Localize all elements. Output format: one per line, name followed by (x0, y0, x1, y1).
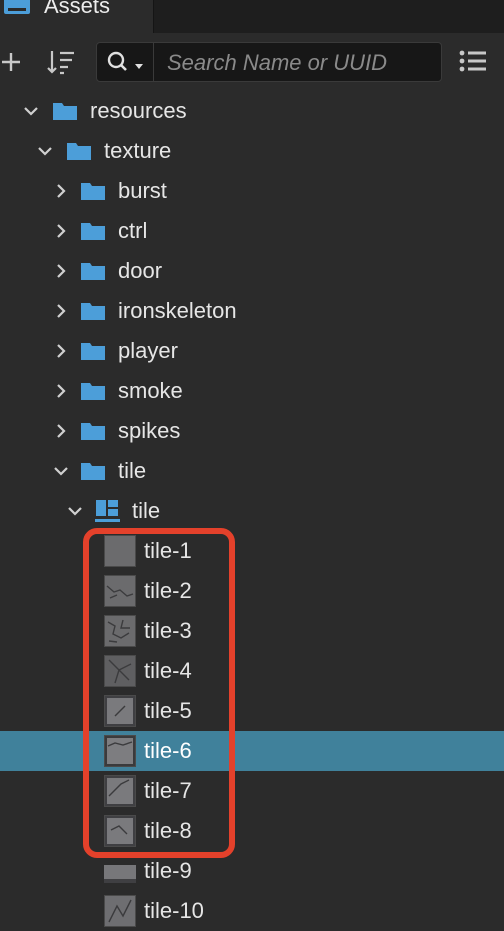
sprite-thumbnail (104, 775, 136, 807)
chevron-right-icon[interactable] (52, 262, 70, 280)
search-type-dropdown[interactable] (97, 43, 154, 81)
tree-item-label: burst (118, 178, 167, 203)
folder-icon (80, 341, 106, 361)
tree-item-smoke[interactable]: smoke (0, 371, 504, 411)
tab-label: Assets (44, 0, 111, 18)
folder-icon (80, 261, 106, 281)
chevron-down-icon (134, 58, 144, 76)
chevron-right-icon[interactable] (52, 302, 70, 320)
tree-item-label: ironskeleton (118, 298, 237, 323)
folder-icon (52, 101, 78, 121)
assets-icon (4, 0, 30, 14)
tree-item-label: tile-7 (144, 778, 192, 803)
sprite-thumbnail (104, 855, 136, 887)
tab-bar: Assets (0, 0, 504, 33)
tree-item-label: tile-8 (144, 818, 192, 843)
tree-item-label: tile-9 (144, 858, 192, 883)
tree-item-player[interactable]: player (0, 331, 504, 371)
tree-item-resources[interactable]: resources (0, 91, 504, 131)
tree-item-burst[interactable]: burst (0, 171, 504, 211)
chevron-right-icon[interactable] (52, 182, 70, 200)
tree-item-tile-2[interactable]: tile-2 (0, 571, 504, 611)
tree-item-label: tile-10 (144, 898, 204, 923)
folder-icon (80, 461, 106, 481)
tree-item-label: tile-1 (144, 538, 192, 563)
tree-item-label: tile-3 (144, 618, 192, 643)
tab-assets[interactable]: Assets (0, 0, 154, 33)
sprite-thumbnail (104, 575, 136, 607)
tree-item-tile-8[interactable]: tile-8 (0, 811, 504, 851)
tree-item-tile-1[interactable]: tile-1 (0, 531, 504, 571)
add-icon[interactable] (0, 49, 26, 75)
chevron-right-icon[interactable] (52, 342, 70, 360)
tree-item-tile-6[interactable]: tile-6 (0, 731, 504, 771)
search-icon (107, 51, 131, 78)
list-menu-icon[interactable] (458, 48, 488, 74)
sprite-thumbnail (104, 655, 136, 687)
tree-item-tile-5[interactable]: tile-5 (0, 691, 504, 731)
tree-item-label: texture (104, 138, 172, 163)
tree-item-tile-atlas[interactable]: tile (0, 491, 504, 531)
folder-icon (66, 141, 92, 161)
tree-item-door[interactable]: door (0, 251, 504, 291)
sort-icon[interactable] (46, 48, 76, 76)
tree-item-ctrl[interactable]: ctrl (0, 211, 504, 251)
tree-item-tile-4[interactable]: tile-4 (0, 651, 504, 691)
folder-icon (80, 381, 106, 401)
folder-icon (80, 221, 106, 241)
folder-icon (80, 301, 106, 321)
sprite-thumbnail (104, 815, 136, 847)
tree-item-label: resources (90, 98, 187, 123)
chevron-right-icon[interactable] (52, 222, 70, 240)
tree-item-label: smoke (118, 378, 183, 403)
tree-item-texture[interactable]: texture (0, 131, 504, 171)
tree-item-tile-folder[interactable]: tile (0, 451, 504, 491)
tree-item-label: spikes (118, 418, 181, 443)
tree-item-ironskeleton[interactable]: ironskeleton (0, 291, 504, 331)
chevron-down-icon[interactable] (66, 502, 84, 520)
tree-item-label: tile-6 (144, 738, 192, 763)
sprite-thumbnail (104, 615, 136, 647)
sprite-thumbnail (104, 735, 136, 767)
tree-item-label: door (118, 258, 163, 283)
tree-item-label: tile (132, 498, 161, 523)
tree-item-label: tile-2 (144, 578, 192, 603)
tree-item-label: ctrl (118, 218, 148, 243)
folder-icon (80, 181, 106, 201)
assets-toolbar: Search Name or UUID (0, 33, 504, 90)
tree-item-tile-9[interactable]: tile-9 (0, 851, 504, 891)
tree-item-tile-7[interactable]: tile-7 (0, 771, 504, 811)
chevron-down-icon[interactable] (36, 142, 54, 160)
sprite-thumbnail (104, 695, 136, 727)
search-input[interactable]: Search Name or UUID (167, 50, 387, 76)
sprite-thumbnail (104, 895, 136, 927)
sprite-atlas-icon (94, 499, 122, 528)
tree-item-spikes[interactable]: spikes (0, 411, 504, 451)
folder-icon (80, 421, 106, 441)
tree-item-label: tile-5 (144, 698, 192, 723)
search-box[interactable]: Search Name or UUID (96, 42, 442, 82)
chevron-down-icon[interactable] (22, 102, 40, 120)
tree-item-tile-3[interactable]: tile-3 (0, 611, 504, 651)
tree-item-tile-10[interactable]: tile-10 (0, 891, 504, 931)
tree-item-label: tile (118, 458, 147, 483)
chevron-down-icon[interactable] (52, 462, 70, 480)
tree-item-label: player (118, 338, 178, 363)
tree-item-label: tile-4 (144, 658, 192, 683)
chevron-right-icon[interactable] (52, 382, 70, 400)
sprite-thumbnail (104, 535, 136, 567)
chevron-right-icon[interactable] (52, 422, 70, 440)
